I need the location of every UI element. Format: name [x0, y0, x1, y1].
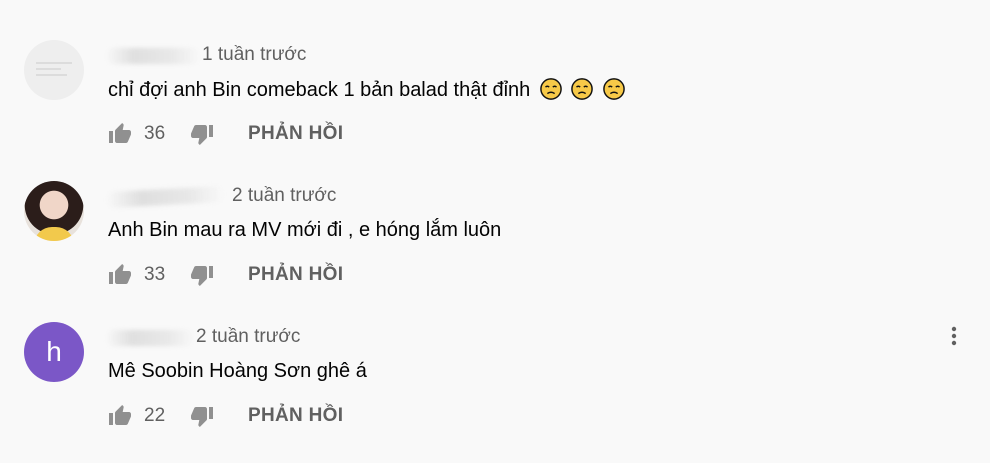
avatar[interactable]	[24, 181, 84, 241]
comment-time[interactable]: 2 tuần trước	[232, 185, 336, 207]
comment-time[interactable]: 2 tuần trước	[196, 326, 300, 348]
comment-actions: 33 PHẢN HỒI	[108, 263, 343, 287]
reply-button[interactable]: PHẢN HỒI	[248, 264, 343, 286]
pleading-face-emoji-icon	[571, 78, 594, 100]
comment-time[interactable]: 1 tuần trước	[202, 44, 306, 66]
like-count: 22	[144, 405, 166, 426]
comment-thread-1: 1 tuần trước chỉ đợi anh Bin comeback 1 …	[0, 40, 990, 181]
like-count: 36	[144, 123, 166, 144]
avatar[interactable]	[24, 40, 84, 100]
comment-thread-3: h 2 tuần trước Mê Soobin Hoàng Sơn ghê á…	[0, 322, 990, 463]
thumbs-down-icon[interactable]	[190, 122, 214, 146]
comment-text-content: chỉ đợi anh Bin comeback 1 bản balad thậ…	[108, 79, 531, 101]
pleading-face-emoji-icon	[603, 78, 625, 100]
author-name-redacted[interactable]	[106, 48, 200, 64]
thumbs-up-icon[interactable]	[108, 263, 132, 287]
comment-actions: 22 PHẢN HỒI	[108, 404, 343, 428]
avatar-photo-detail	[34, 227, 74, 241]
avatar-placeholder-lines	[36, 62, 72, 80]
avatar[interactable]: h	[24, 322, 84, 382]
thumbs-up-icon[interactable]	[108, 122, 132, 146]
comment-text-content: Mê Soobin Hoàng Sơn ghê á	[108, 360, 367, 382]
more-vert-icon[interactable]	[942, 324, 966, 348]
comment-text: Anh Bin mau ra MV mới đi , e hóng lắm lu…	[108, 219, 501, 242]
emoji-group	[536, 78, 625, 101]
like-count: 33	[144, 264, 166, 285]
thumbs-down-icon[interactable]	[190, 263, 214, 287]
reply-button[interactable]: PHẢN HỒI	[248, 405, 343, 427]
comment-text-content: Anh Bin mau ra MV mới đi , e hóng lắm lu…	[108, 219, 502, 241]
comment-text: Mê Soobin Hoàng Sơn ghê á	[108, 360, 367, 383]
comment-thread-2: 2 tuần trước Anh Bin mau ra MV mới đi , …	[0, 181, 990, 322]
avatar-letter: h	[46, 336, 62, 367]
author-name-redacted[interactable]	[106, 330, 194, 346]
comment-actions: 36 PHẢN HỒI	[108, 122, 343, 146]
thumbs-up-icon[interactable]	[108, 404, 132, 428]
author-name-redacted[interactable]	[105, 185, 225, 209]
comment-text: chỉ đợi anh Bin comeback 1 bản balad thậ…	[108, 78, 625, 102]
pleading-face-emoji-icon	[540, 78, 562, 100]
reply-button[interactable]: PHẢN HỒI	[248, 123, 343, 145]
thumbs-down-icon[interactable]	[190, 404, 214, 428]
